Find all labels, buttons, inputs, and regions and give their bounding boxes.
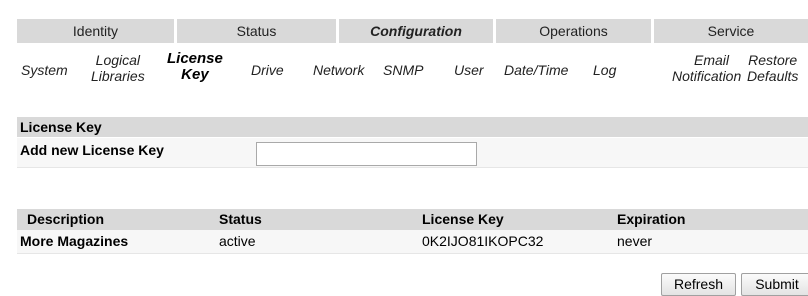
subnav-item-drive[interactable]: Drive — [251, 62, 284, 78]
subnav-item-email-notification[interactable]: Email Notification — [672, 52, 751, 84]
subnav-item-email-notification-line2: Notification — [672, 68, 742, 84]
add-license-key-label: Add new License Key — [20, 142, 164, 158]
license-key-section-title: License Key — [17, 117, 808, 137]
column-header-status: Status — [219, 211, 262, 227]
tab-status[interactable]: Status — [177, 19, 339, 43]
tab-identity[interactable]: Identity — [17, 19, 177, 43]
license-status: active — [219, 233, 256, 249]
top-navigation: Identity Status Configuration Operations… — [17, 19, 808, 43]
subnav-item-system[interactable]: System — [21, 62, 68, 78]
subnav-item-snmp[interactable]: SNMP — [383, 62, 423, 78]
tab-configuration[interactable]: Configuration — [339, 19, 496, 43]
license-key-input[interactable] — [256, 142, 477, 166]
column-header-license-key: License Key — [422, 211, 504, 227]
subnav-item-logical-libraries-line2: Libraries — [91, 68, 145, 84]
subnav-item-user[interactable]: User — [454, 62, 484, 78]
license-table-header: Description Status License Key Expiratio… — [17, 209, 808, 230]
subnav-item-restore-defaults-line1: Restore — [748, 52, 798, 68]
license-expiration: never — [617, 233, 653, 249]
license-description: More Magazines — [20, 233, 129, 249]
configuration-subnav: System Logical Libraries License Key Dri… — [17, 46, 808, 102]
subnav-item-license-key-line2: Key — [181, 66, 209, 83]
subnav-item-license-key[interactable]: License Key — [167, 51, 223, 83]
submit-button[interactable]: Submit — [741, 273, 808, 296]
subnav-item-logical-libraries[interactable]: Logical Libraries — [91, 52, 145, 84]
refresh-button[interactable]: Refresh — [661, 273, 736, 296]
column-header-expiration: Expiration — [617, 211, 686, 227]
license-key-value: 0K2IJO81IKOPC32 — [422, 233, 544, 249]
tab-service[interactable]: Service — [654, 19, 808, 43]
subnav-item-license-key-line1: License — [167, 50, 223, 67]
column-header-description: Description — [27, 211, 105, 227]
subnav-item-logical-libraries-line1: Logical — [95, 52, 141, 68]
add-license-key-row: Add new License Key — [17, 138, 808, 168]
subnav-item-email-notification-line1: Email — [693, 52, 729, 68]
subnav-item-network[interactable]: Network — [313, 62, 364, 78]
table-row: More Magazines active 0K2IJO81IKOPC32 ne… — [17, 230, 808, 254]
tab-operations[interactable]: Operations — [496, 19, 654, 43]
subnav-item-restore-defaults-line2: Defaults — [747, 68, 799, 84]
subnav-item-log[interactable]: Log — [593, 62, 616, 78]
subnav-item-date-time[interactable]: Date/Time — [504, 62, 568, 78]
subnav-item-restore-defaults[interactable]: Restore Defaults — [747, 52, 798, 84]
